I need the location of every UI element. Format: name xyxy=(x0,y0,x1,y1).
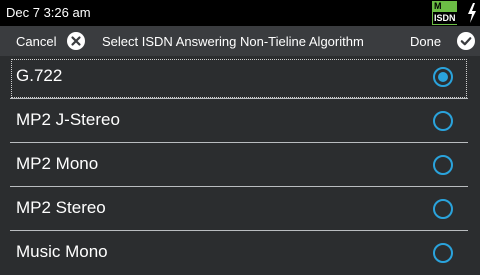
close-circle-icon[interactable] xyxy=(67,32,85,50)
radio-selected-icon[interactable] xyxy=(432,66,454,88)
option-label: G.722 xyxy=(16,66,63,85)
dialog-header: Cancel Select ISDN Answering Non-Tieline… xyxy=(0,26,480,56)
row-divider xyxy=(10,186,468,187)
cancel-button[interactable]: Cancel xyxy=(16,34,56,49)
option-row-mp2-stereo[interactable]: MP2 Stereo xyxy=(0,188,480,231)
focus-outline xyxy=(11,59,467,98)
row-divider xyxy=(10,98,468,99)
isdn-network-icon: M ISDN xyxy=(432,1,457,25)
badge-top-text: M xyxy=(434,1,442,11)
option-row-g722[interactable]: G.722 xyxy=(0,56,480,99)
badge-bottom-text: ISDN xyxy=(433,12,457,24)
done-button[interactable]: Done xyxy=(410,34,441,49)
radio-unselected-icon[interactable] xyxy=(432,110,454,132)
option-label: MP2 J-Stereo xyxy=(16,110,120,129)
option-row-music-mono[interactable]: Music Mono xyxy=(0,232,480,275)
dialog-title: Select ISDN Answering Non-Tieline Algori… xyxy=(102,34,364,49)
option-label: Music Mono xyxy=(16,242,108,261)
row-divider xyxy=(10,230,468,231)
row-divider xyxy=(10,142,468,143)
option-row-mp2-j-stereo[interactable]: MP2 J-Stereo xyxy=(0,100,480,143)
radio-unselected-icon[interactable] xyxy=(432,242,454,264)
option-label: MP2 Mono xyxy=(16,154,99,173)
status-time: Dec 7 3:26 am xyxy=(6,5,91,20)
radio-unselected-icon[interactable] xyxy=(432,154,454,176)
status-bar: Dec 7 3:26 am M ISDN xyxy=(0,0,480,26)
check-circle-icon[interactable] xyxy=(457,32,475,50)
radio-unselected-icon[interactable] xyxy=(432,198,454,220)
option-row-mp2-mono[interactable]: MP2 Mono xyxy=(0,144,480,187)
lightning-bolt-icon xyxy=(468,3,476,23)
option-label: MP2 Stereo xyxy=(16,198,106,217)
